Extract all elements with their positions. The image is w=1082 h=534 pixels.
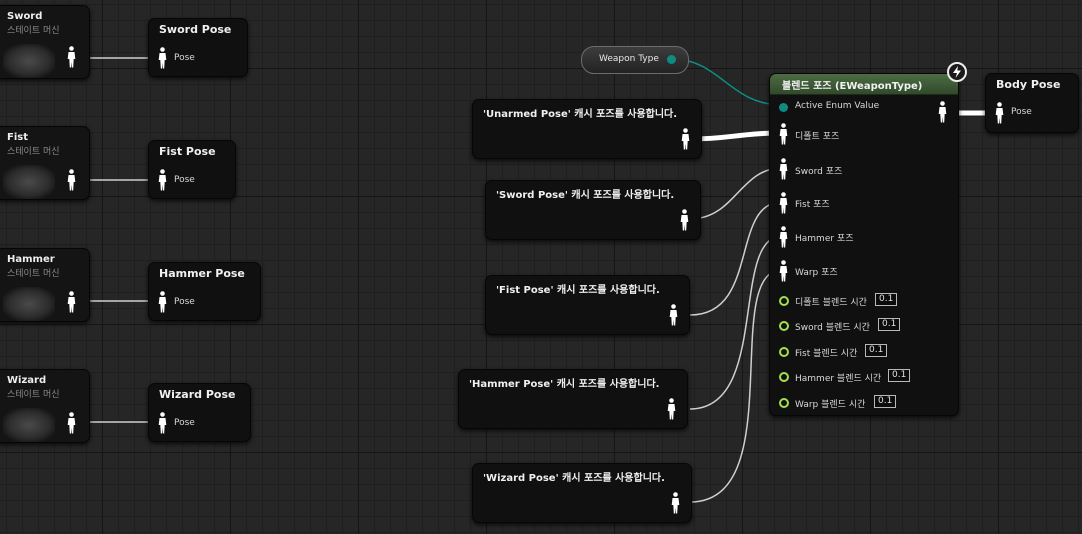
blend-time-label: Sword 블렌드 시간 (795, 323, 870, 333)
state-machine-subtitle: 스테이트 머신 (7, 390, 60, 400)
pose-input-pin-icon[interactable] (779, 192, 788, 214)
pose-input-pin-icon[interactable] (779, 123, 788, 145)
float-input-pin-icon[interactable] (779, 321, 789, 331)
node-header: 블렌드 포즈 (EWeaponType) (770, 74, 958, 95)
pose-input-pin-icon[interactable] (158, 412, 167, 434)
pose-pin-label: Hammer 포즈 (795, 234, 854, 244)
node-title: 블렌드 포즈 (EWeaponType) (782, 81, 923, 92)
pose-pin-label: Sword 포즈 (795, 167, 843, 177)
active-enum-input-pin-icon[interactable] (779, 103, 788, 112)
pose-output-pin-icon[interactable] (67, 412, 76, 434)
pose-output-pin-icon[interactable] (67, 291, 76, 313)
save-pose-node-hammer[interactable]: Hammer Pose Pose (148, 262, 261, 321)
blend-time-label: Fist 블렌드 시간 (795, 349, 858, 359)
state-machine-subtitle: 스테이트 머신 (7, 269, 60, 279)
save-pose-node-fist[interactable]: Fist Pose Pose (148, 140, 236, 199)
node-title: Body Pose (996, 78, 1061, 91)
node-title: 'Sword Pose' 캐시 포즈를 사용합니다. (496, 190, 675, 201)
state-machine-title: Fist (7, 132, 28, 143)
pose-output-pin-icon[interactable] (669, 304, 678, 326)
pin-label: Pose (174, 297, 195, 307)
float-input-pin-icon[interactable] (779, 347, 789, 357)
pin-label: Pose (1011, 107, 1032, 117)
state-machine-subtitle: 스테이트 머신 (7, 147, 60, 157)
blend-poses-by-enum-node[interactable]: 블렌드 포즈 (EWeaponType) Active Enum Value 디… (769, 73, 959, 416)
pose-pin-label: 디폴트 포즈 (795, 132, 840, 142)
node-title: Sword Pose (159, 23, 232, 36)
use-cached-pose-node-unarmed[interactable]: 'Unarmed Pose' 캐시 포즈를 사용합니다. (472, 99, 702, 159)
pose-input-pin-icon[interactable] (158, 47, 167, 69)
save-pose-node-wizard[interactable]: Wizard Pose Pose (148, 383, 251, 442)
blend-time-value-input[interactable]: 0.1 (888, 369, 911, 382)
pose-output-pin-icon[interactable] (671, 492, 680, 514)
pose-output-pin-icon[interactable] (67, 46, 76, 68)
pose-input-pin-icon[interactable] (158, 291, 167, 313)
fast-path-lightning-icon (947, 62, 967, 82)
pose-output-pin-icon[interactable] (938, 101, 947, 123)
blend-time-value-input[interactable]: 0.1 (875, 293, 898, 306)
blend-time-label: 디폴트 블렌드 시간 (795, 298, 867, 308)
pose-input-pin-icon[interactable] (779, 158, 788, 180)
use-cached-pose-node-sword[interactable]: 'Sword Pose' 캐시 포즈를 사용합니다. (485, 180, 701, 240)
pose-input-pin-icon[interactable] (779, 260, 788, 282)
state-machine-preview (3, 165, 55, 199)
pose-output-pin-icon[interactable] (680, 209, 689, 231)
node-title: Wizard Pose (159, 388, 236, 401)
enum-output-pin-icon[interactable] (667, 55, 676, 64)
pose-input-pin-icon[interactable] (779, 226, 788, 248)
pose-pin-label: Fist 포즈 (795, 200, 830, 210)
blend-time-value-input[interactable]: 0.1 (878, 318, 901, 331)
pose-input-pin-icon[interactable] (158, 169, 167, 191)
state-machine-preview (3, 408, 55, 442)
node-title: 'Hammer Pose' 캐시 포즈를 사용합니다. (469, 379, 660, 390)
blend-time-label: Warp 블렌드 시간 (795, 400, 866, 410)
pose-input-pin-icon[interactable] (995, 102, 1004, 124)
node-title: Hammer Pose (159, 267, 245, 280)
state-machine-title: Hammer (7, 254, 55, 265)
weapon-type-variable-node[interactable]: Weapon Type (581, 46, 689, 74)
output-pose-node[interactable]: Body Pose Pose (985, 73, 1079, 133)
blend-time-label: Hammer 블렌드 시간 (795, 374, 882, 384)
float-input-pin-icon[interactable] (779, 296, 789, 306)
pin-label: Pose (174, 418, 195, 428)
node-title: 'Fist Pose' 캐시 포즈를 사용합니다. (496, 285, 660, 296)
float-input-pin-icon[interactable] (779, 372, 789, 382)
pin-label: Pose (174, 175, 195, 185)
node-title: 'Unarmed Pose' 캐시 포즈를 사용합니다. (483, 109, 678, 120)
node-title: Fist Pose (159, 145, 216, 158)
state-machine-node-sword[interactable]: Sword 스테이트 머신 (0, 5, 90, 79)
pose-output-pin-icon[interactable] (667, 398, 676, 420)
blend-time-value-input[interactable]: 0.1 (865, 344, 888, 357)
state-machine-node-hammer[interactable]: Hammer 스테이트 머신 (0, 248, 90, 322)
use-cached-pose-node-fist[interactable]: 'Fist Pose' 캐시 포즈를 사용합니다. (485, 275, 690, 335)
pose-output-pin-icon[interactable] (681, 128, 690, 150)
state-machine-node-fist[interactable]: Fist 스테이트 머신 (0, 126, 90, 200)
pin-label: Pose (174, 53, 195, 63)
blend-time-value-input[interactable]: 0.1 (874, 395, 897, 408)
use-cached-pose-node-hammer[interactable]: 'Hammer Pose' 캐시 포즈를 사용합니다. (458, 369, 688, 429)
pose-output-pin-icon[interactable] (67, 169, 76, 191)
variable-label: Weapon Type (599, 54, 659, 64)
active-enum-label: Active Enum Value (795, 101, 880, 111)
state-machine-subtitle: 스테이트 머신 (7, 26, 60, 36)
state-machine-title: Wizard (7, 375, 47, 386)
state-machine-title: Sword (7, 11, 43, 22)
float-input-pin-icon[interactable] (779, 398, 789, 408)
pose-pin-label: Warp 포즈 (795, 268, 838, 278)
state-machine-node-wizard[interactable]: Wizard 스테이트 머신 (0, 369, 90, 443)
state-machine-preview (3, 44, 55, 78)
use-cached-pose-node-wizard[interactable]: 'Wizard Pose' 캐시 포즈를 사용합니다. (472, 463, 692, 523)
lightning-icon (953, 66, 961, 78)
node-title: 'Wizard Pose' 캐시 포즈를 사용합니다. (483, 473, 665, 484)
save-pose-node-sword[interactable]: Sword Pose Pose (148, 18, 248, 77)
state-machine-preview (3, 287, 55, 321)
